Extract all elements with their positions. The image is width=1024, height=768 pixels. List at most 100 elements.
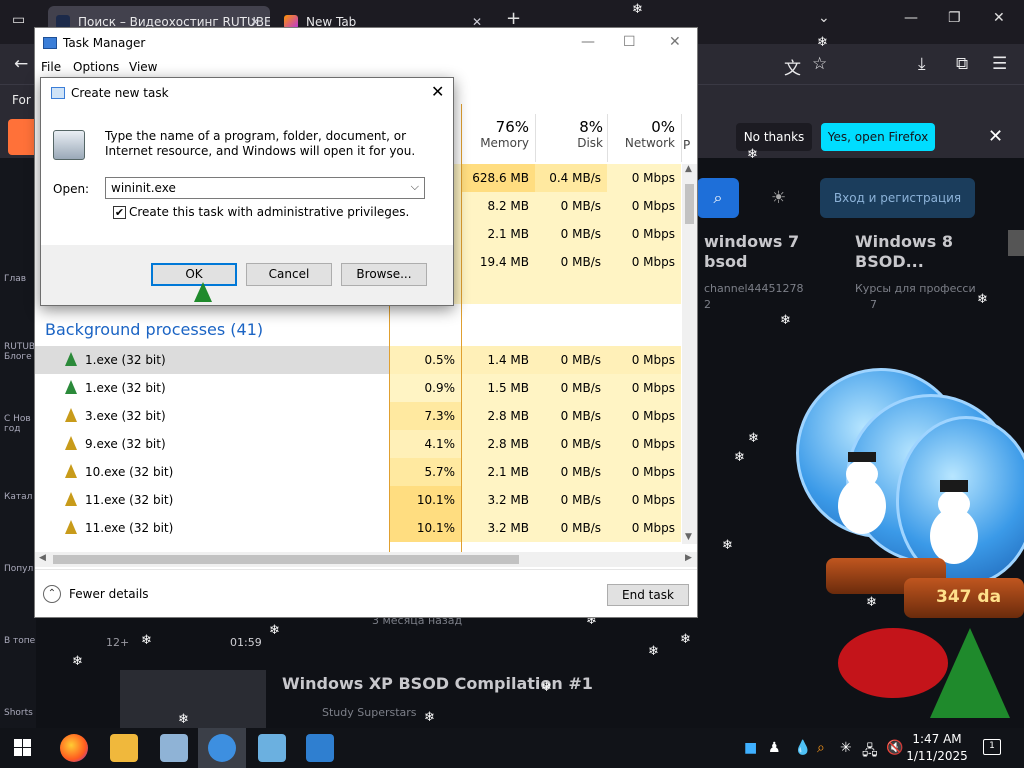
extensions-icon[interactable]: ⧉: [956, 54, 968, 74]
close-icon[interactable]: ✕: [431, 82, 444, 101]
memory-cell: 2.8 MB: [461, 430, 535, 458]
admin-privileges-checkbox[interactable]: ✔: [113, 206, 126, 219]
video-title[interactable]: Windows 8 BSOD...: [855, 232, 975, 272]
column-network[interactable]: 0% Network: [615, 118, 675, 150]
login-register-button[interactable]: Вход и регистрация: [820, 178, 975, 218]
page-scrollbar[interactable]: [1008, 230, 1024, 256]
tray-user-icon[interactable]: ♟: [768, 740, 781, 756]
sidebar-item[interactable]: RUTUBE Блоге: [4, 342, 41, 362]
scroll-thumb[interactable]: [685, 184, 694, 224]
close-icon[interactable]: ✕: [669, 34, 681, 50]
sidebar-item[interactable]: С Нов год: [4, 414, 36, 434]
restore-icon[interactable]: ❐: [948, 10, 961, 26]
task-manager-taskbar-icon[interactable]: [208, 734, 236, 762]
sidebar-item[interactable]: Shorts: [4, 708, 33, 718]
tray-search-icon[interactable]: ⌕: [817, 740, 825, 756]
scroll-down-icon[interactable]: ▼: [685, 532, 692, 542]
minimize-icon[interactable]: —: [904, 10, 918, 26]
chevron-down-icon[interactable]: ⌵: [411, 180, 419, 194]
process-tree-icon: [65, 352, 77, 366]
table-row[interactable]: 1.exe (32 bit) 0.5% 1.4 MB 0 MB/s 0 Mbps: [35, 346, 681, 374]
minimize-icon[interactable]: —: [581, 34, 595, 50]
table-row[interactable]: 10.exe (32 bit) 5.7% 2.1 MB 0 MB/s 0 Mbp…: [35, 458, 681, 486]
network-icon[interactable]: 🖧: [862, 740, 878, 764]
new-tab-icon[interactable]: +: [506, 8, 521, 29]
video-channel[interactable]: channel44451278: [704, 282, 804, 295]
file-explorer-icon[interactable]: [110, 734, 138, 762]
theme-sun-icon[interactable]: ☀: [771, 188, 786, 208]
translate-icon[interactable]: 文: [784, 54, 801, 79]
scroll-thumb[interactable]: [53, 555, 519, 564]
disk-cell: 0.4 MB/s: [535, 164, 607, 192]
app-taskbar-icon[interactable]: [258, 734, 286, 762]
table-row[interactable]: 11.exe (32 bit) 10.1% 3.2 MB 0 MB/s 0 Mb…: [35, 486, 681, 514]
sidebar-item[interactable]: Глав: [4, 274, 26, 284]
tray-snowflake-icon[interactable]: ✳: [840, 740, 852, 756]
maximize-icon[interactable]: ☐: [623, 34, 636, 50]
open-input[interactable]: wininit.exe ⌵: [105, 177, 425, 199]
downloads-icon[interactable]: ⤓: [918, 54, 926, 74]
column-power[interactable]: P: [683, 138, 695, 152]
task-manager-icon: [43, 37, 57, 49]
app-taskbar-icon[interactable]: [160, 734, 188, 762]
close-notification-icon[interactable]: ✕: [988, 126, 1003, 147]
memory-cell: 2.1 MB: [461, 220, 535, 248]
column-memory[interactable]: 76% Memory: [475, 118, 529, 150]
menu-icon[interactable]: ☰: [992, 54, 1007, 74]
horizontal-scrollbar[interactable]: ◀ ▶: [35, 552, 697, 567]
sidebar-item[interactable]: В топе: [4, 636, 35, 646]
chevron-up-icon[interactable]: ⌃: [43, 585, 61, 603]
clock[interactable]: 1:47 AM 1/11/2025: [902, 731, 972, 765]
cpu-cell: 10.1%: [389, 514, 461, 542]
chevron-down-icon[interactable]: ⌄: [818, 10, 830, 26]
disk-label: Disk: [577, 136, 603, 150]
column-divider: [681, 114, 682, 162]
open-firefox-button[interactable]: Yes, open Firefox: [821, 123, 935, 151]
search-button[interactable]: ⌕: [697, 178, 739, 218]
notification-center-icon[interactable]: 1: [983, 739, 1001, 755]
open-label: Open:: [53, 182, 90, 196]
cancel-button[interactable]: Cancel: [246, 263, 332, 286]
menu-file[interactable]: File: [41, 60, 61, 74]
bookmark-star-icon[interactable]: ☆: [812, 54, 827, 74]
video-channel[interactable]: Курсы для професси: [855, 282, 976, 295]
table-row[interactable]: 1.exe (32 bit) 0.9% 1.5 MB 0 MB/s 0 Mbps: [35, 374, 681, 402]
video-channel[interactable]: Study Superstars: [322, 706, 417, 719]
back-icon[interactable]: ←: [14, 54, 28, 74]
menu-view[interactable]: View: [129, 60, 157, 74]
memory-cell: 3.2 MB: [461, 514, 535, 542]
tab-list-icon[interactable]: ▭: [12, 12, 25, 28]
admin-privileges-label[interactable]: Create this task with administrative pri…: [129, 205, 409, 219]
browse-button[interactable]: Browse...: [341, 263, 427, 286]
task-manager-titlebar[interactable]: Task Manager — ☐ ✕: [35, 28, 697, 58]
snowman-hat: [940, 480, 968, 492]
fewer-details-link[interactable]: Fewer details: [69, 587, 149, 601]
video-title[interactable]: windows 7 bsod: [704, 232, 804, 272]
memory-column-border: [461, 104, 462, 552]
table-row[interactable]: 9.exe (32 bit) 4.1% 2.8 MB 0 MB/s 0 Mbps: [35, 430, 681, 458]
tray-app-icon[interactable]: ■: [744, 740, 757, 756]
vertical-scrollbar[interactable]: ▲ ▼: [682, 164, 697, 544]
firefox-taskbar-icon[interactable]: [60, 734, 88, 762]
menu-options[interactable]: Options: [73, 60, 119, 74]
cpu-cell: 7.3%: [389, 402, 461, 430]
scroll-up-icon[interactable]: ▲: [685, 164, 692, 174]
volume-icon[interactable]: 🔇: [886, 740, 903, 756]
network-cell: 0 Mbps: [607, 248, 681, 276]
table-row[interactable]: 11.exe (32 bit) 10.1% 3.2 MB 0 MB/s 0 Mb…: [35, 514, 681, 542]
scroll-left-icon[interactable]: ◀: [39, 553, 46, 563]
memory-label: Memory: [480, 136, 529, 150]
run-taskbar-icon[interactable]: [306, 734, 334, 762]
end-task-button[interactable]: End task: [607, 584, 689, 606]
christmas-tree: [930, 628, 1010, 718]
tray-drop-icon[interactable]: 💧: [794, 740, 811, 756]
table-row[interactable]: 3.exe (32 bit) 7.3% 2.8 MB 0 MB/s 0 Mbps: [35, 402, 681, 430]
video-title[interactable]: Windows XP BSOD Compilation #1: [282, 674, 622, 694]
close-window-icon[interactable]: ✕: [993, 10, 1005, 26]
sidebar-item[interactable]: Катал: [4, 492, 32, 502]
memory-cell: 3.2 MB: [461, 486, 535, 514]
video-thumbnail[interactable]: [120, 670, 266, 728]
days-counter: 347 da: [936, 587, 1002, 607]
column-disk[interactable]: 8% Disk: [545, 118, 603, 150]
scroll-right-icon[interactable]: ▶: [685, 553, 692, 563]
